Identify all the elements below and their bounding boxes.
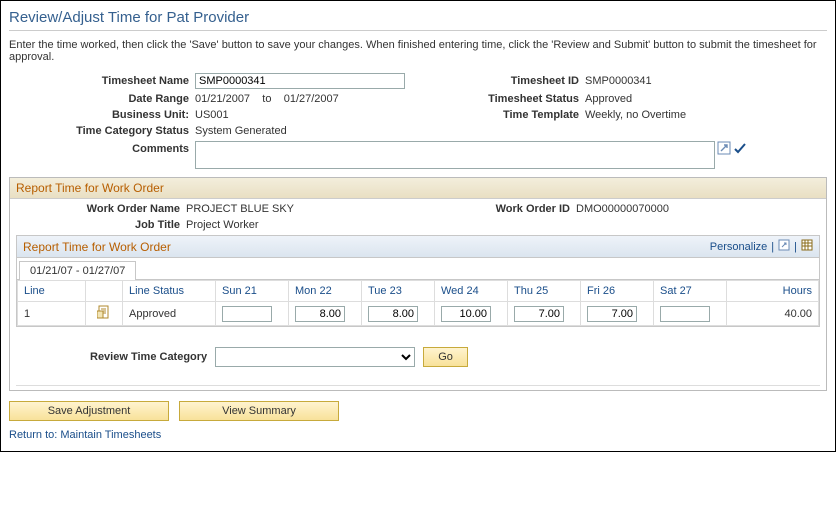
time-cat-status-value: System Generated (195, 125, 287, 137)
comments-label: Comments (9, 141, 195, 155)
separator: | (771, 241, 774, 253)
date-range-label: Date Range (9, 93, 195, 105)
expand-comments-icon[interactable] (717, 141, 731, 158)
col-sun[interactable]: Sun 21 (216, 281, 289, 302)
time-grid-title: Report Time for Work Order (23, 240, 171, 254)
work-order-section: Report Time for Work Order Work Order Na… (9, 177, 827, 391)
comments-textarea[interactable] (195, 141, 715, 169)
col-fri[interactable]: Fri 26 (581, 281, 654, 302)
input-thu[interactable] (514, 306, 564, 322)
input-wed[interactable] (441, 306, 491, 322)
personalize-link[interactable]: Personalize (710, 241, 767, 253)
return-link[interactable]: Return to: Maintain Timesheets (9, 429, 161, 441)
go-button[interactable]: Go (423, 347, 468, 367)
input-mon[interactable] (295, 306, 345, 322)
timesheet-status-label: Timesheet Status (429, 93, 585, 105)
time-grid-section: Report Time for Work Order Personalize |… (16, 235, 820, 327)
timesheet-id-label: Timesheet ID (429, 75, 585, 87)
tab-date-range[interactable]: 01/21/07 - 01/27/07 (19, 261, 136, 280)
business-unit-label: Business Unit: (9, 109, 195, 121)
wo-id-value: DMO00000070000 (576, 203, 669, 215)
timesheet-id-value: SMP0000341 (585, 75, 652, 87)
business-unit-value: US001 (195, 109, 229, 121)
cell-hours: 40.00 (727, 302, 819, 326)
line-detail-icon[interactable] (86, 302, 123, 326)
cell-status: Approved (123, 302, 216, 326)
popout-icon[interactable] (778, 239, 790, 254)
timesheet-status-value: Approved (585, 93, 632, 105)
input-fri[interactable] (587, 306, 637, 322)
timesheet-name-label: Timesheet Name (9, 75, 195, 87)
col-thu[interactable]: Thu 25 (508, 281, 581, 302)
wo-id-label: Work Order ID (440, 203, 576, 215)
col-hours[interactable]: Hours (727, 281, 819, 302)
col-icon (86, 281, 123, 302)
input-sun[interactable] (222, 306, 272, 322)
table-row: 1 Approved 40.00 (18, 302, 819, 326)
wo-name-value: PROJECT BLUE SKY (186, 203, 294, 215)
date-to-word: to (262, 93, 271, 105)
wo-name-label: Work Order Name (10, 203, 186, 215)
work-order-section-title: Report Time for Work Order (10, 178, 826, 199)
spellcheck-icon[interactable] (733, 141, 747, 158)
col-status[interactable]: Line Status (123, 281, 216, 302)
date-from: 01/21/2007 (195, 93, 250, 105)
col-wed[interactable]: Wed 24 (435, 281, 508, 302)
col-mon[interactable]: Mon 22 (289, 281, 362, 302)
instructions-text: Enter the time worked, then click the 'S… (9, 37, 827, 73)
col-sat[interactable]: Sat 27 (654, 281, 727, 302)
input-sat[interactable] (660, 306, 710, 322)
time-grid: Line Line Status Sun 21 Mon 22 Tue 23 We… (17, 280, 819, 326)
date-to: 01/27/2007 (284, 93, 339, 105)
time-template-value: Weekly, no Overtime (585, 109, 686, 121)
review-time-category-select[interactable] (215, 347, 415, 367)
grid-view-icon[interactable] (801, 239, 813, 254)
cell-line: 1 (18, 302, 86, 326)
separator: | (794, 241, 797, 253)
col-line[interactable]: Line (18, 281, 86, 302)
view-summary-button[interactable]: View Summary (179, 401, 339, 421)
job-title-label: Job Title (10, 219, 186, 231)
timesheet-name-input[interactable] (195, 73, 405, 89)
job-title-value: Project Worker (186, 219, 259, 231)
save-adjustment-button[interactable]: Save Adjustment (9, 401, 169, 421)
time-template-label: Time Template (429, 109, 585, 121)
page-title: Review/Adjust Time for Pat Provider (9, 7, 827, 31)
time-cat-status-label: Time Category Status (9, 125, 195, 137)
review-time-category-label: Review Time Category (90, 351, 207, 363)
input-tue[interactable] (368, 306, 418, 322)
col-tue[interactable]: Tue 23 (362, 281, 435, 302)
